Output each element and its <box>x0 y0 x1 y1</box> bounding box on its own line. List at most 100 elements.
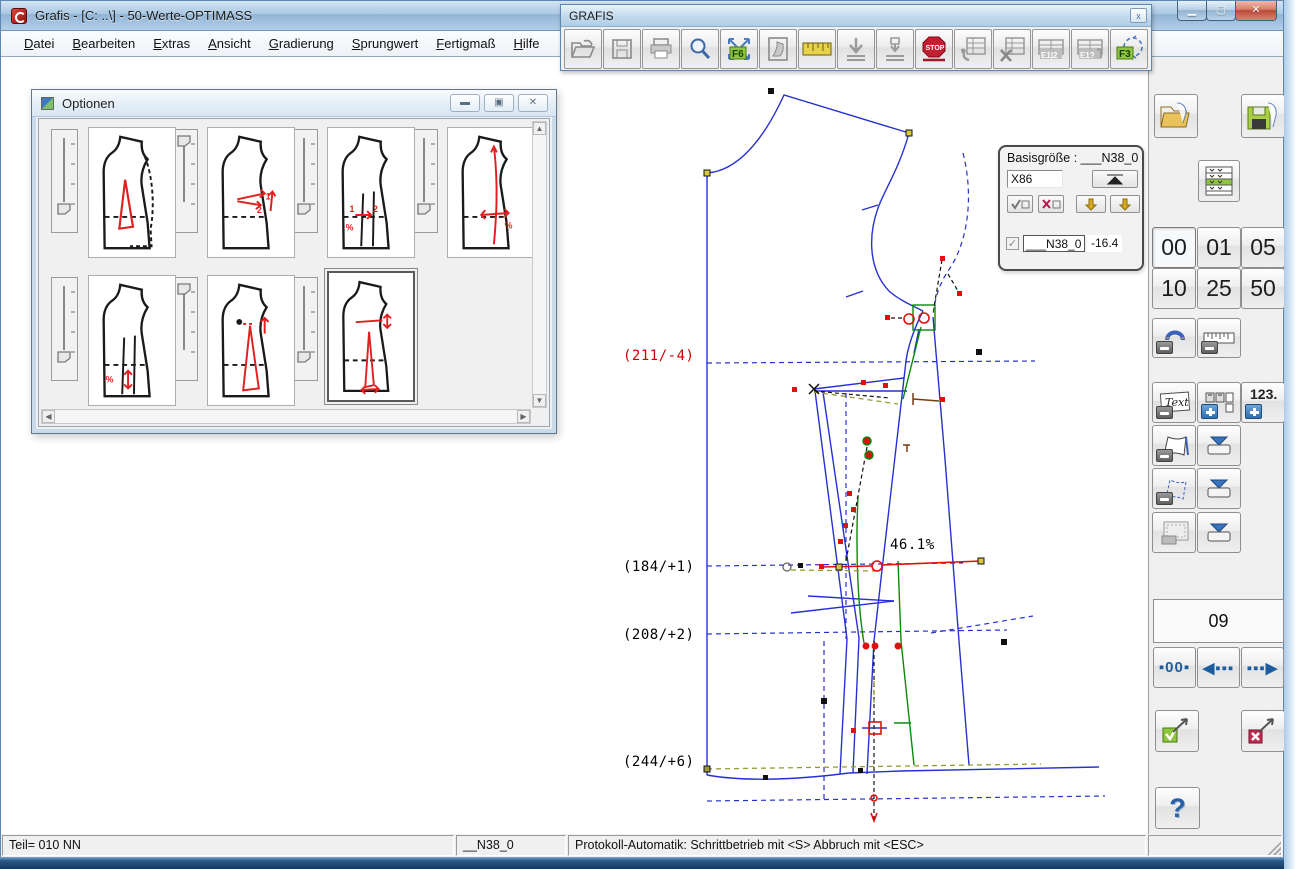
grade-step-00-button[interactable]: 00 <box>1152 227 1196 268</box>
step-forward-button[interactable]: ▪▪▪▶ <box>1241 647 1284 688</box>
grade-step-25-button[interactable]: 25 <box>1197 268 1241 309</box>
grade-step-50-button[interactable]: 50 <box>1241 268 1285 309</box>
menu-sprungwert[interactable]: Sprungwert <box>343 32 427 55</box>
grafis-toolbar-title: GRAFIS <box>569 9 614 23</box>
insert-part-below-button[interactable] <box>876 29 914 69</box>
drop-selector-3-button[interactable] <box>1197 512 1241 553</box>
svg-text:F3: F3 <box>1119 49 1131 60</box>
drawing-canvas[interactable]: (211/-4) (184/+1) (208/+2) (244/+6) 46.1… <box>1 57 1285 834</box>
insert-below-button[interactable] <box>837 29 875 69</box>
menu-bearbeiten[interactable]: Bearbeiten <box>63 32 144 55</box>
window-title: Grafis - [C: ..\] - 50-Werte-OPTIMASS <box>35 8 253 23</box>
apply-check-button[interactable] <box>1007 195 1033 213</box>
basisgroesse-title: Basisgröße : ___N38_0 <box>1007 151 1139 165</box>
save-part-button[interactable] <box>1241 94 1285 138</box>
desktop-edge <box>1284 0 1296 869</box>
menu-hilfe[interactable]: Hilfe <box>505 32 549 55</box>
table-e1q-icon: E1? <box>1077 39 1103 60</box>
option-4-slider[interactable] <box>411 129 438 233</box>
menu-gradierung[interactable]: Gradierung <box>260 32 343 55</box>
open-button[interactable] <box>564 29 602 69</box>
scroll-down-arrow[interactable]: ▼ <box>533 394 546 407</box>
menu-fertigmass[interactable]: Fertigmaß <box>427 32 504 55</box>
option-1-slider[interactable] <box>51 129 78 233</box>
grafis-toolbar-titlebar[interactable]: GRAFIS x <box>561 5 1151 27</box>
option-2-thumbnail[interactable]: 1 2 <box>207 127 295 258</box>
move-down-all-button[interactable] <box>1110 195 1140 213</box>
f6-zoom-part-button[interactable]: F6 <box>720 29 758 69</box>
snap-magnet-toggle-button[interactable] <box>1152 318 1196 358</box>
scroll-up-arrow[interactable]: ▲ <box>533 122 546 135</box>
text-toggle-button[interactable]: Text <box>1152 382 1196 423</box>
option-7-slider[interactable] <box>291 277 318 381</box>
drop-selector-1-button[interactable] <box>1197 425 1241 466</box>
optionen-title: Optionen <box>62 96 115 111</box>
grafis-toolbar-close-button[interactable]: x <box>1130 8 1147 23</box>
arrow-down-part-icon <box>886 37 904 61</box>
drop-selector-2-button[interactable] <box>1197 468 1241 509</box>
reject-x-button[interactable] <box>1038 195 1064 213</box>
option-7-thumbnail-selected[interactable] <box>324 268 418 405</box>
minimize-button[interactable]: ▁ <box>1177 1 1207 21</box>
scroll-left-arrow[interactable]: ◀ <box>42 410 55 423</box>
svg-text:%: % <box>505 221 513 231</box>
page-view-button[interactable] <box>759 29 797 69</box>
table-delete-button[interactable] <box>993 29 1031 69</box>
menu-extras[interactable]: Extras <box>144 32 199 55</box>
size-table-button[interactable] <box>1198 160 1240 202</box>
minus-badge <box>1156 341 1173 354</box>
optionen-close-button[interactable]: ✕ <box>518 94 548 112</box>
print-button[interactable] <box>642 29 680 69</box>
option-5-slider[interactable] <box>51 277 78 381</box>
minus-badge <box>1201 341 1218 354</box>
menu-datei[interactable]: Datei <box>15 32 63 55</box>
optionen-maximize-button[interactable]: ▣ <box>484 94 514 112</box>
numbers-add-button[interactable]: 123. <box>1241 382 1285 423</box>
f3-measure-circle-button[interactable]: F3 <box>1110 29 1148 69</box>
table-e1q-button[interactable]: E1? <box>1071 29 1109 69</box>
measure-toggle-button[interactable] <box>1197 318 1241 358</box>
cancel-button[interactable] <box>1241 710 1285 752</box>
confirm-button[interactable] <box>1155 710 1199 752</box>
option-6-thumbnail[interactable] <box>207 275 295 406</box>
option-3-slider[interactable] <box>291 129 318 233</box>
grade-label-211: (211/-4) <box>623 348 694 364</box>
optionen-vertical-scrollbar[interactable]: ▲ ▼ <box>532 121 547 408</box>
go-to-start-button[interactable]: ▪00▪ <box>1153 647 1196 688</box>
option-5-thumbnail[interactable]: % <box>88 275 176 406</box>
grid-windows-add-button[interactable] <box>1197 382 1241 423</box>
grafis-toolbar: GRAFIS x F6 STOP E1|2 E1? F3 <box>560 4 1152 71</box>
option-1-thumbnail[interactable] <box>88 127 176 258</box>
open-icon <box>570 39 596 58</box>
scroll-right-arrow[interactable]: ▶ <box>517 410 530 423</box>
step-back-button[interactable]: ◀▪▪▪ <box>1197 647 1240 688</box>
optionen-minimize-button[interactable]: ▬ <box>450 94 480 112</box>
part-copy-toggle-button[interactable] <box>1152 468 1196 509</box>
optionen-titlebar[interactable]: Optionen ▬ ▣ ✕ <box>32 90 556 117</box>
table-e12-button[interactable]: E1|2 <box>1032 29 1070 69</box>
help-button[interactable]: ? <box>1155 787 1200 829</box>
status-part-field: Teil= 010 NN <box>2 835 454 856</box>
measure-tape-button[interactable] <box>798 29 836 69</box>
step-back-icon: ◀▪▪▪ <box>1202 659 1235 677</box>
optionen-horizontal-scrollbar[interactable]: ◀ ▶ <box>41 409 531 424</box>
open-part-button[interactable] <box>1154 94 1198 138</box>
plot-layers-button[interactable] <box>1152 512 1196 553</box>
move-down-button[interactable] <box>1076 195 1106 213</box>
grade-step-01-button[interactable]: 01 <box>1197 227 1241 268</box>
save-button[interactable] <box>603 29 641 69</box>
stop-button[interactable]: STOP <box>915 29 953 69</box>
size-row-checkbox[interactable]: ✓ <box>1006 237 1019 250</box>
part-measure-toggle-button[interactable] <box>1152 425 1196 466</box>
maximize-button[interactable]: ▢ <box>1206 1 1236 21</box>
option-4-thumbnail[interactable]: % <box>447 127 535 258</box>
grade-step-10-button[interactable]: 10 <box>1152 268 1196 309</box>
size-input[interactable] <box>1007 170 1063 188</box>
zoom-button[interactable] <box>681 29 719 69</box>
grade-step-05-button[interactable]: 05 <box>1241 227 1285 268</box>
option-3-thumbnail[interactable]: 1 2 % <box>327 127 415 258</box>
collapse-up-button[interactable] <box>1092 170 1138 188</box>
menu-ansicht[interactable]: Ansicht <box>199 32 260 55</box>
table-reload-button[interactable] <box>954 29 992 69</box>
close-button[interactable]: ✕ <box>1235 1 1277 21</box>
